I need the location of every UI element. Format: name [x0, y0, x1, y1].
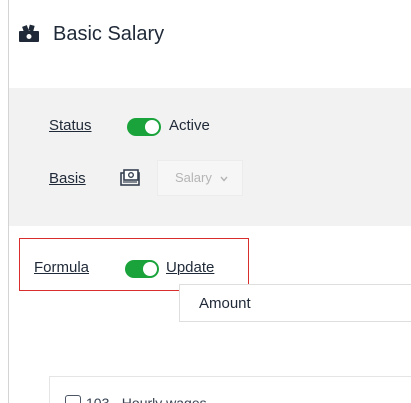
money-icon: [19, 24, 39, 42]
amount-field-value: Amount: [199, 295, 251, 312]
list-item-label: 103 - Hourly wages: [86, 395, 207, 403]
settings-panel: Status Active Basis Salary: [9, 88, 411, 226]
cash-icon: [120, 169, 140, 186]
basis-select-value: Salary: [175, 170, 212, 185]
status-toggle[interactable]: [127, 118, 161, 136]
formula-toggle-knob: [143, 262, 157, 276]
title-bar: Basic Salary: [9, 0, 411, 72]
salary-window: Basic Salary Status Active Basis Salary …: [8, 0, 411, 403]
formula-update-label[interactable]: Update: [166, 259, 214, 276]
basis-select[interactable]: Salary: [157, 160, 243, 196]
amount-field[interactable]: Amount: [179, 284, 411, 322]
status-value: Active: [169, 117, 210, 134]
basis-label: Basis: [49, 170, 86, 187]
wage-type-list: 103 - Hourly wages: [49, 376, 411, 403]
status-label: Status: [49, 117, 92, 134]
formula-label: Formula: [34, 259, 90, 276]
page-title: Basic Salary: [53, 23, 165, 45]
chevron-down-icon: [220, 176, 228, 182]
status-toggle-knob: [145, 120, 159, 134]
formula-toggle[interactable]: [125, 260, 159, 278]
list-item-checkbox[interactable]: [65, 395, 81, 403]
